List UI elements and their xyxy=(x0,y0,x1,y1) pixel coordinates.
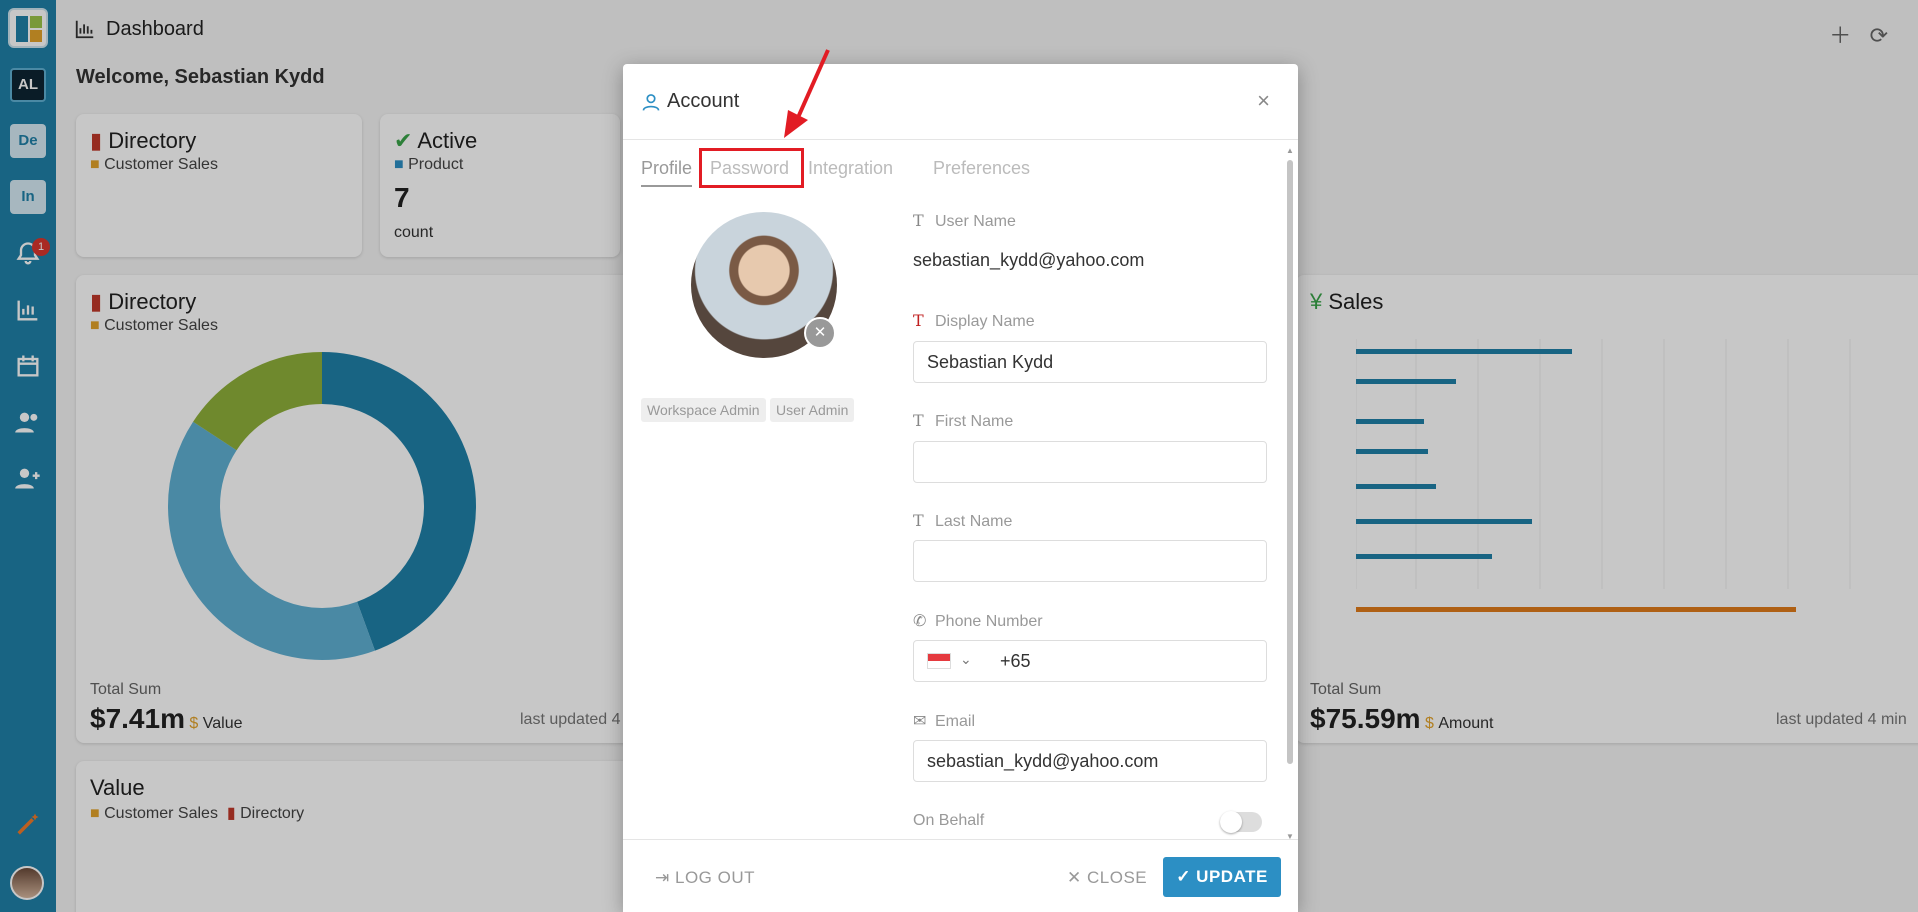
text-icon: T xyxy=(913,211,924,230)
modal-title: Account xyxy=(667,90,740,112)
scroll-thumb[interactable] xyxy=(1287,160,1293,764)
chevron-down-icon[interactable]: ⌄ xyxy=(960,651,972,668)
logout-icon: ⇥ xyxy=(655,868,670,887)
role-tag: Workspace Admin xyxy=(641,398,766,422)
user-icon xyxy=(642,94,660,111)
text-icon: T xyxy=(913,311,924,330)
account-modal: Account × Profile Password Integration P… xyxy=(623,64,1298,912)
user-name-label: T User Name xyxy=(913,211,1016,230)
modal-scrollbar[interactable]: ▲ ▼ xyxy=(1286,146,1294,842)
password-tab-highlight xyxy=(699,148,804,188)
close-icon: ✕ xyxy=(1067,868,1082,887)
mail-icon: ✉ xyxy=(913,711,927,730)
last-name-input[interactable] xyxy=(913,540,1267,582)
text-icon: T xyxy=(913,511,924,530)
last-name-label: T Last Name xyxy=(913,511,1013,530)
check-icon: ✓ xyxy=(1176,867,1191,886)
update-button[interactable]: ✓ UPDATE xyxy=(1163,857,1281,897)
display-name-input[interactable] xyxy=(913,341,1267,383)
phone-label: ✆ Phone Number xyxy=(913,611,1043,630)
toggle-knob xyxy=(1220,811,1242,833)
phone-code[interactable]: +65 xyxy=(1000,651,1031,672)
first-name-input[interactable] xyxy=(913,441,1267,483)
singapore-flag-icon[interactable] xyxy=(927,653,951,669)
on-behalf-toggle[interactable] xyxy=(1220,811,1262,833)
display-name-label: T Display Name xyxy=(913,311,1035,330)
modal-header: Account × xyxy=(623,64,1298,140)
email-input[interactable] xyxy=(913,740,1267,782)
first-name-label: T First Name xyxy=(913,411,1014,430)
annotation-arrow xyxy=(784,49,830,138)
email-label: ✉ Email xyxy=(913,711,976,730)
logout-button[interactable]: ⇥ LOG OUT xyxy=(655,868,755,888)
phone-input[interactable]: ⌄ +65 xyxy=(913,640,1267,682)
scroll-up-icon[interactable]: ▲ xyxy=(1286,146,1294,155)
phone-icon: ✆ xyxy=(913,611,927,630)
close-icon[interactable]: × xyxy=(1257,88,1270,114)
text-icon: T xyxy=(913,411,924,430)
tab-profile[interactable]: Profile xyxy=(641,158,693,187)
role-tag: User Admin xyxy=(770,398,855,422)
user-name-value: sebastian_kydd@yahoo.com xyxy=(913,250,1145,270)
close-button[interactable]: ✕ CLOSE xyxy=(1067,868,1147,888)
tab-preferences[interactable]: Preferences xyxy=(933,158,1030,185)
modal-footer: ⇥ LOG OUT ✕ CLOSE ✓ UPDATE xyxy=(623,839,1298,912)
remove-photo-icon[interactable]: ✕ xyxy=(804,317,836,349)
on-behalf-label: On Behalf xyxy=(913,812,985,829)
tab-integration[interactable]: Integration xyxy=(808,158,893,185)
